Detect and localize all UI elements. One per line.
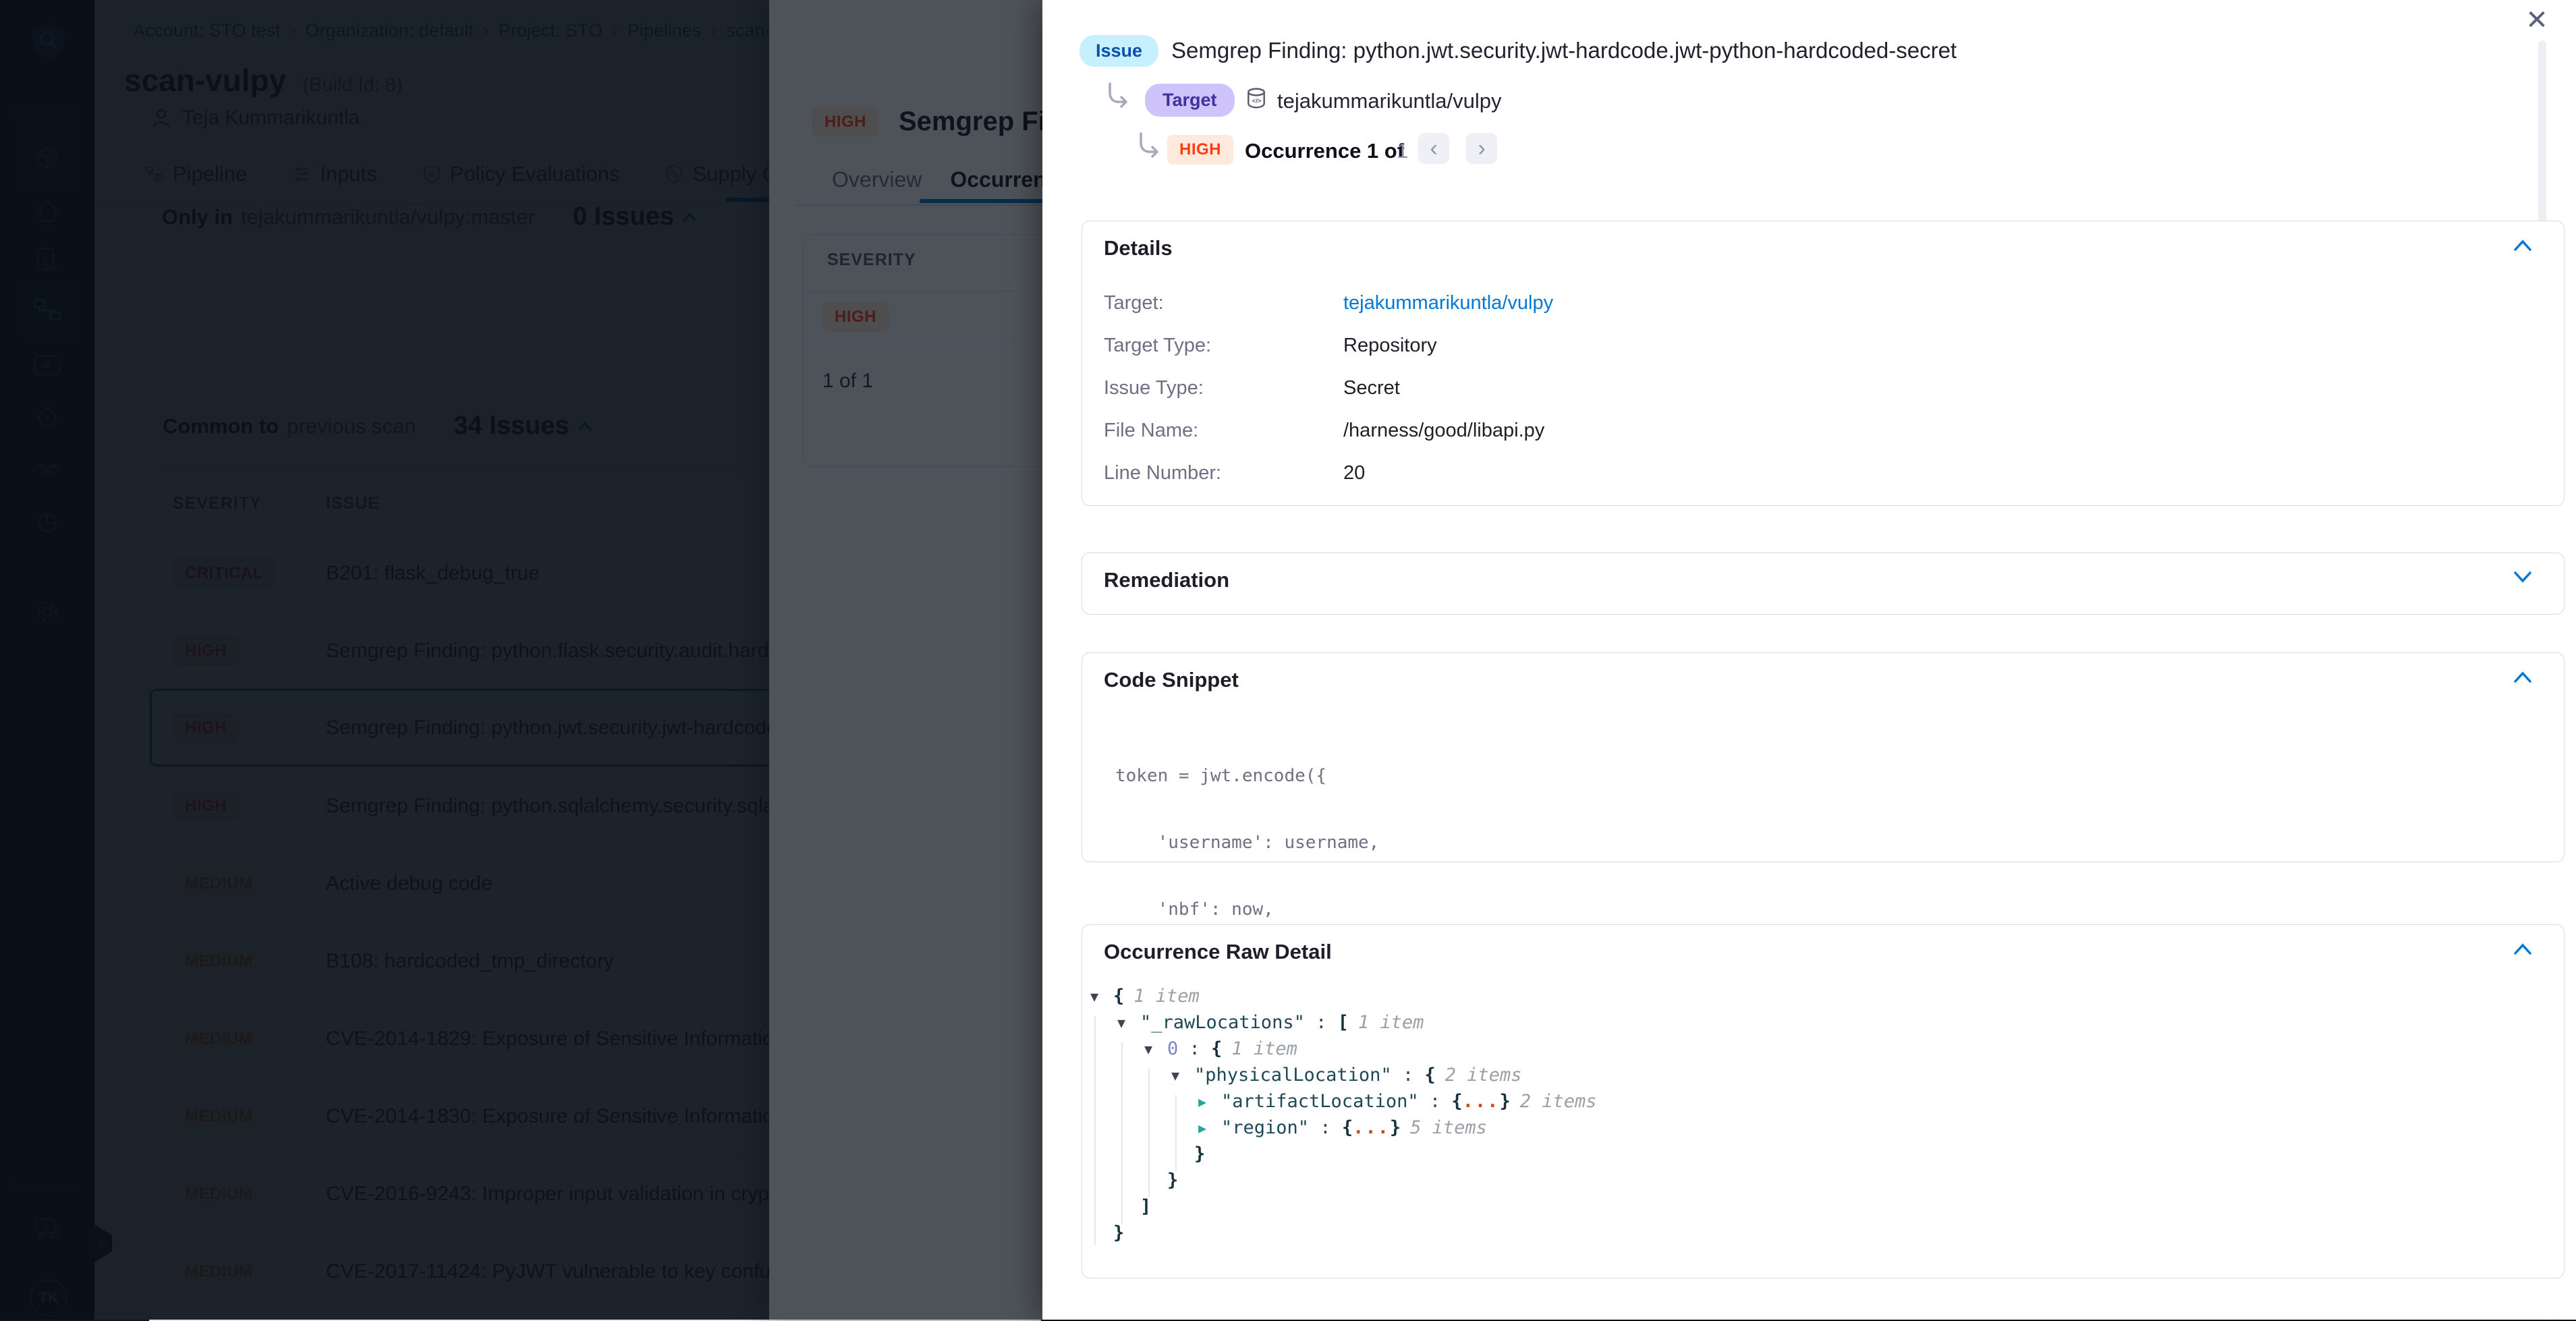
field-label: Target Type:	[1104, 335, 1211, 357]
field-label: Target:	[1104, 292, 1164, 314]
chevron-up-icon[interactable]	[2513, 237, 2533, 252]
section-title[interactable]: Occurrence Raw Detail	[1104, 940, 1332, 964]
chevron-down-icon[interactable]	[2513, 569, 2533, 584]
raw-detail-section: Occurrence Raw Detail ▼{1 item ▼"_rawLoc…	[1082, 924, 2565, 1278]
field-value: Repository	[1343, 335, 1437, 357]
field-value: 20	[1343, 462, 1365, 484]
chevron-up-icon[interactable]	[2513, 669, 2533, 684]
issue-type-badge: Issue	[1080, 35, 1158, 67]
json-tree: ▼{1 item ▼"_rawLocations" : [1 item ▼0 :…	[1082, 983, 2550, 1246]
section-title[interactable]: Details	[1104, 236, 1173, 260]
occurrence-total: 1	[1397, 139, 1408, 163]
target-name: tejakummarikuntla/vulpy	[1277, 89, 1502, 113]
tree-row: }	[1082, 1167, 2550, 1193]
chevron-up-icon[interactable]	[2513, 941, 2533, 956]
field-value: /harness/good/libapi.py	[1343, 420, 1544, 442]
details-section: Details Target: tejakummarikuntla/vulpy …	[1082, 221, 2565, 506]
tree-expand-icon[interactable]: ▶	[1198, 1094, 1221, 1110]
svg-text:</>: </>	[1252, 97, 1262, 105]
target-link[interactable]: tejakummarikuntla/vulpy	[1343, 292, 1553, 314]
field-label: Issue Type:	[1104, 377, 1204, 399]
tree-row: ▶"artifactLocation" : {...}2 items	[1082, 1088, 2550, 1115]
close-icon[interactable]: ✕	[2517, 0, 2557, 40]
field-label: File Name:	[1104, 420, 1198, 442]
tree-row: }	[1082, 1220, 2550, 1246]
tree-collapse-icon[interactable]: ▼	[1144, 1041, 1167, 1057]
occurrence-label: Occurrence 1 of	[1245, 139, 1404, 163]
repository-icon: </>	[1245, 86, 1268, 111]
tree-row: ▼"_rawLocations" : [1 item	[1082, 1009, 2550, 1036]
return-arrow-icon	[1104, 82, 1131, 109]
target-badge: Target	[1145, 84, 1235, 117]
field-value: Secret	[1343, 377, 1400, 399]
code-snippet-section: Code Snippet token = jwt.encode({ 'usern…	[1082, 652, 2565, 862]
tree-expand-icon[interactable]: ▶	[1198, 1120, 1221, 1136]
tree-collapse-icon[interactable]: ▼	[1117, 1015, 1140, 1031]
tree-row: ▼"physicalLocation" : {2 items	[1082, 1062, 2550, 1088]
section-title[interactable]: Remediation	[1104, 568, 1229, 592]
section-title[interactable]: Code Snippet	[1104, 668, 1239, 692]
tree-row: ]	[1082, 1193, 2550, 1220]
tree-row: ▼0 : {1 item	[1082, 1036, 2550, 1062]
next-occurrence-button[interactable]: ›	[1466, 133, 1497, 164]
return-arrow-icon	[1136, 132, 1163, 159]
finding-title: Semgrep Finding: python.jwt.security.jwt…	[1171, 38, 1957, 63]
tree-row: ▶"region" : {...}5 items	[1082, 1115, 2550, 1141]
tree-row: ▼{1 item	[1082, 983, 2550, 1009]
severity-badge: HIGH	[1167, 135, 1233, 165]
field-label: Line Number:	[1104, 462, 1221, 484]
tree-collapse-icon[interactable]: ▼	[1090, 988, 1113, 1005]
prev-occurrence-button[interactable]: ‹	[1418, 133, 1449, 164]
tree-row: }	[1082, 1141, 2550, 1167]
occurrence-detail-drawer: ✕ Issue Semgrep Finding: python.jwt.secu…	[1042, 0, 2576, 1320]
tree-collapse-icon[interactable]: ▼	[1171, 1067, 1194, 1084]
remediation-section: Remediation	[1082, 553, 2565, 615]
